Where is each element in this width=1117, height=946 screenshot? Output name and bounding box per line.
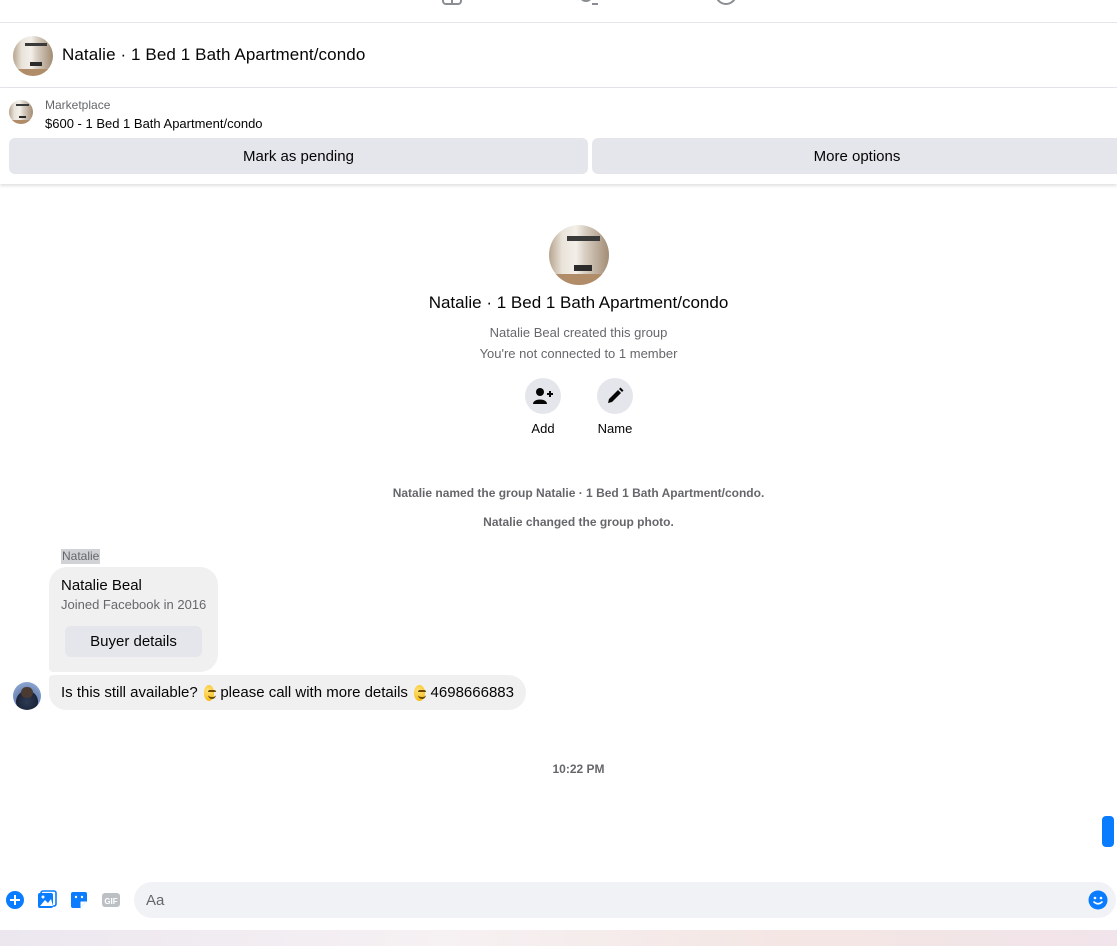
group-name: Natalie · 1 Bed 1 Bath Apartment/condo	[428, 293, 729, 312]
listing-title[interactable]: $600 - 1 Bed 1 Bath Apartment/condo	[45, 116, 263, 131]
sender-name: Natalie	[61, 549, 101, 564]
people-icon[interactable]	[578, 0, 600, 6]
name-label: Name	[597, 421, 633, 436]
message-input[interactable]	[134, 882, 1116, 918]
group-photo	[549, 225, 609, 285]
buyer-details-button[interactable]: Buyer details	[65, 626, 202, 657]
buyer-name[interactable]: Natalie Beal	[61, 577, 142, 594]
system-message-named: Natalie named the group Natalie · 1 Bed …	[392, 486, 765, 500]
mark-as-pending-button[interactable]: Mark as pending	[9, 138, 588, 174]
smiling-face-icon	[203, 684, 216, 701]
add-label: Add	[531, 421, 555, 436]
conversation-title[interactable]: Natalie · 1 Bed 1 Bath Apartment/condo	[62, 45, 365, 65]
svg-text:GIF: GIF	[104, 897, 117, 906]
plus-icon[interactable]	[5, 890, 25, 910]
more-options-button[interactable]: More options	[592, 138, 1117, 174]
marketplace-listing-bar: Marketplace $600 - 1 Bed 1 Bath Apartmen…	[0, 88, 1117, 184]
message-text-part1: Is this still available?	[61, 684, 198, 701]
add-member-action[interactable]: Add	[513, 378, 573, 436]
group-photo-thumbnail[interactable]	[13, 36, 53, 76]
message-timestamp: 10:22 PM	[552, 762, 605, 776]
message-composer: GIF	[0, 880, 1117, 920]
message-phone-number: 4698666883	[430, 684, 514, 701]
add-person-icon[interactable]	[525, 378, 561, 414]
scroll-to-bottom-indicator[interactable]	[1102, 816, 1114, 847]
marketplace-icon[interactable]	[441, 0, 463, 6]
group-created-text: Natalie Beal created this group	[489, 325, 668, 340]
avatar[interactable]	[13, 682, 41, 710]
photo-icon[interactable]	[37, 890, 57, 910]
marketplace-label: Marketplace	[45, 98, 111, 112]
connection-status-text: You're not connected to 1 member	[479, 346, 678, 361]
listing-thumbnail[interactable]	[9, 100, 33, 124]
window-bottom-edge	[0, 930, 1117, 946]
sticker-icon[interactable]	[69, 890, 89, 910]
message-bubble[interactable]: Is this still available? please call wit…	[49, 675, 526, 710]
slightly-smiling-face-icon	[413, 684, 426, 701]
buyer-profile-card: Natalie Beal Joined Facebook in 2016 Buy…	[49, 567, 218, 672]
message-text-part2: please call with more details	[220, 684, 408, 701]
emoji-icon[interactable]	[1088, 890, 1108, 910]
system-message-photo: Natalie changed the group photo.	[483, 515, 674, 529]
buyer-joined-text: Joined Facebook in 2016	[61, 597, 207, 612]
pencil-icon[interactable]	[597, 378, 633, 414]
messenger-page: Natalie · 1 Bed 1 Bath Apartment/condo M…	[0, 0, 1117, 946]
top-navigation	[0, 0, 1117, 23]
rename-group-action[interactable]: Name	[585, 378, 645, 436]
account-icon[interactable]	[715, 0, 737, 6]
conversation-header: Natalie · 1 Bed 1 Bath Apartment/condo	[0, 23, 1117, 88]
gif-icon[interactable]: GIF	[101, 890, 121, 910]
